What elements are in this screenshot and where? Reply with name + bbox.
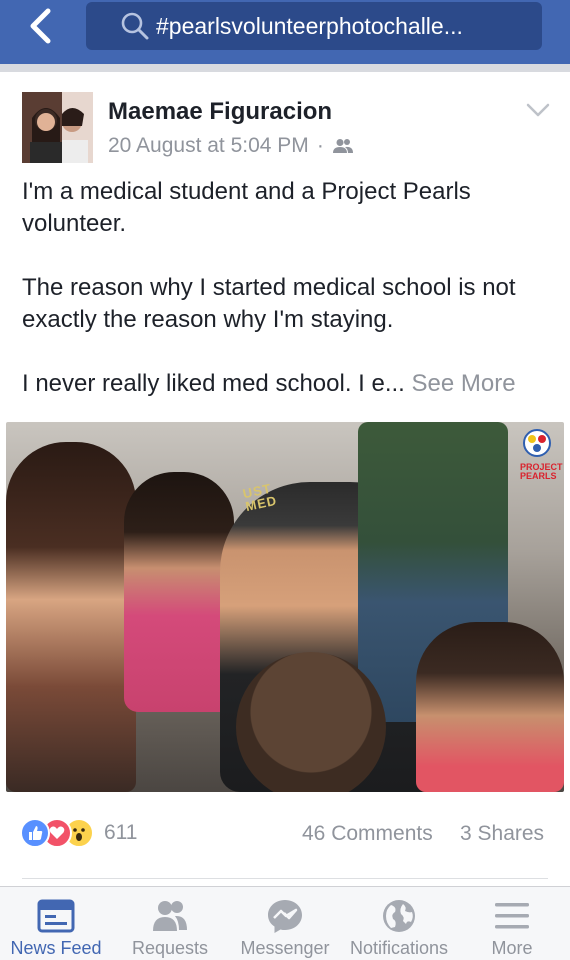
menu-icon: [495, 903, 529, 929]
photo-figure-left: [6, 442, 136, 792]
photo-figure-foreground: [236, 652, 386, 792]
tab-messenger[interactable]: Messenger: [232, 887, 338, 960]
search-box[interactable]: [86, 2, 542, 50]
post-meta: 20 August at 5:04 PM ·: [108, 134, 354, 158]
like-reaction-icon: [20, 818, 50, 848]
tab-requests[interactable]: Requests: [122, 887, 218, 960]
post-author-name[interactable]: Maemae Figuracion: [108, 98, 332, 126]
reactions-summary[interactable]: 611: [20, 818, 137, 848]
tab-label: More: [491, 938, 533, 958]
back-button[interactable]: [20, 6, 60, 46]
post-photo[interactable]: UST MED PROJECT PEARLS: [6, 422, 564, 792]
tab-label: Requests: [131, 938, 209, 958]
shares-count-link[interactable]: 3 Shares: [460, 822, 544, 846]
photo-figure-child: [416, 622, 564, 792]
avatar-photo: [22, 92, 93, 163]
back-arrow-icon: [30, 8, 51, 44]
post-paragraph: I'm a medical student and a Project Pear…: [22, 178, 471, 237]
tab-label: Notifications: [349, 938, 449, 958]
tab-label: News Feed: [10, 938, 102, 958]
tab-news-feed[interactable]: News Feed: [4, 887, 108, 960]
post-paragraph: The reason why I started medical school …: [22, 274, 516, 333]
search-icon: [121, 12, 149, 40]
post-paragraph-text: I never really liked med school. I e...: [22, 370, 405, 397]
tab-label: Messenger: [240, 938, 330, 958]
tab-more[interactable]: More: [472, 887, 552, 960]
post-timestamp[interactable]: 20 August at 5:04 PM: [108, 134, 309, 158]
see-more-link[interactable]: See More: [412, 370, 516, 397]
avatar[interactable]: [22, 92, 93, 163]
messenger-icon: [268, 900, 302, 933]
comments-count-link[interactable]: 46 Comments: [302, 822, 433, 846]
chevron-down-icon[interactable]: [524, 100, 552, 120]
post-paragraph-truncated: I never really liked med school. I e... …: [22, 368, 552, 400]
project-pearls-logo: PROJECT PEARLS: [520, 428, 563, 481]
post-body: I'm a medical student and a Project Pear…: [22, 176, 552, 400]
meta-separator: ·: [316, 134, 324, 157]
feed-separator: [0, 64, 570, 72]
pearls-logo-icon: [523, 429, 551, 457]
friend-requests-icon: [153, 901, 187, 931]
tab-notifications[interactable]: Notifications: [342, 887, 456, 960]
friends-icon: [332, 139, 353, 153]
search-input[interactable]: [156, 12, 516, 40]
reaction-count: 611: [104, 821, 138, 844]
post-divider: [22, 878, 548, 879]
bottom-tab-bar: News Feed Requests Messenger Notificatio…: [0, 886, 570, 960]
globe-icon: [383, 900, 415, 932]
top-bar: [0, 0, 570, 64]
logo-text-line2: PEARLS: [520, 471, 557, 481]
post-card: Maemae Figuracion 20 August at 5:04 PM ·…: [0, 72, 570, 886]
cap-logo-text: UST MED: [241, 480, 279, 515]
news-feed-icon: [37, 899, 75, 933]
photo-figure-girl: [124, 472, 234, 712]
